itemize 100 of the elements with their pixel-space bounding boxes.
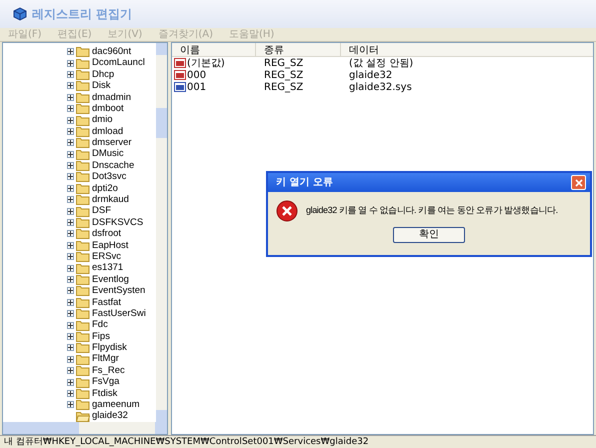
tree-item[interactable]: EapHost xyxy=(92,240,128,250)
folder-icon xyxy=(76,92,90,103)
column-header[interactable]: 데이터 xyxy=(341,43,593,56)
expand-box[interactable] xyxy=(67,344,74,352)
tree-item[interactable]: drmkaud xyxy=(92,195,129,205)
tree-item[interactable]: FastUserSwi xyxy=(92,308,146,318)
expand-box[interactable] xyxy=(67,356,74,363)
expand-box[interactable] xyxy=(67,128,74,135)
expand-box[interactable] xyxy=(67,322,74,329)
expand-box[interactable] xyxy=(67,332,74,340)
tree-item[interactable]: Fastfat xyxy=(92,298,122,308)
tree-item[interactable]: FltMgr xyxy=(92,354,119,364)
folder-icon xyxy=(76,296,90,308)
folder-icon xyxy=(76,342,90,354)
value-name[interactable]: 000 xyxy=(187,68,206,82)
cube-icon xyxy=(12,7,28,21)
tree-item[interactable]: Disk xyxy=(92,81,110,91)
expand-box[interactable] xyxy=(67,150,74,158)
folder-icon xyxy=(76,194,90,206)
expand-box[interactable] xyxy=(67,298,74,306)
expand-box[interactable] xyxy=(67,287,74,294)
expand-box[interactable] xyxy=(67,219,74,226)
tree-item[interactable]: DMusic xyxy=(92,149,124,159)
folder-icon xyxy=(76,285,90,296)
ok-button[interactable]: 확인 xyxy=(393,227,465,243)
tree-item[interactable]: dmboot xyxy=(92,104,124,114)
tree-item[interactable]: ERSvc xyxy=(92,252,122,262)
folder-icon xyxy=(76,68,90,80)
tree-item[interactable]: FsVga xyxy=(92,377,120,387)
tree-item[interactable]: gameenum xyxy=(92,400,140,410)
folder-icon xyxy=(76,171,90,182)
value-name[interactable]: 001 xyxy=(187,80,206,94)
close-button[interactable] xyxy=(571,175,586,190)
tree-item[interactable]: glaide32 xyxy=(92,411,128,421)
value-type: REG_SZ xyxy=(263,80,304,94)
expand-box[interactable] xyxy=(67,276,74,283)
expand-box[interactable] xyxy=(67,230,74,238)
folder-icon xyxy=(76,160,90,172)
tree-item[interactable]: dmload xyxy=(92,126,124,136)
vertical-scrollbar[interactable] xyxy=(156,43,167,422)
expand-box[interactable] xyxy=(67,390,74,397)
tree-item[interactable]: dmio xyxy=(92,115,113,125)
value-data: (값 설정 안됨) xyxy=(348,56,414,70)
tree-item[interactable]: dpti2o xyxy=(92,184,118,194)
tree-item[interactable]: Fips xyxy=(92,332,110,342)
close-icon xyxy=(574,178,582,186)
expand-box[interactable] xyxy=(67,401,74,408)
tree-item[interactable]: DcomLauncl xyxy=(92,58,145,68)
folder-icon xyxy=(76,308,90,320)
expand-box[interactable] xyxy=(67,173,74,180)
column-header[interactable]: 이름 xyxy=(172,43,256,56)
expand-box[interactable] xyxy=(67,208,74,215)
tree-item[interactable]: Dhcp xyxy=(92,70,114,80)
folder-icon xyxy=(76,399,90,410)
tree-item[interactable]: es1371 xyxy=(92,263,124,273)
tree-item[interactable]: dac960nt xyxy=(92,46,132,56)
horizontal-scrollbar[interactable] xyxy=(3,422,167,434)
expand-box[interactable] xyxy=(67,310,74,318)
tree-item[interactable]: Eventlog xyxy=(92,274,129,284)
expand-box[interactable] xyxy=(67,105,74,112)
expand-box[interactable] xyxy=(67,242,74,249)
tree-item[interactable]: Fdc xyxy=(92,320,108,330)
expand-box[interactable] xyxy=(67,94,74,101)
tree-item[interactable]: Fs_Rec xyxy=(92,366,125,376)
folder-icon xyxy=(76,365,90,376)
tree-item[interactable]: Ftdisk xyxy=(92,388,118,398)
expand-box[interactable] xyxy=(67,60,74,67)
expand-box[interactable] xyxy=(67,196,74,204)
expand-box[interactable] xyxy=(67,116,74,124)
tree-item[interactable]: dsfroot xyxy=(92,229,122,239)
tree-item[interactable]: Dnscache xyxy=(92,160,134,170)
value-name[interactable]: (기본값) xyxy=(187,56,225,70)
tree-item[interactable]: EventSysten xyxy=(92,286,146,296)
tree-item[interactable]: DSF xyxy=(92,206,111,216)
expand-box[interactable] xyxy=(67,253,74,260)
expand-box[interactable] xyxy=(67,82,74,90)
tree-item[interactable]: Flpydisk xyxy=(92,343,127,353)
expand-box[interactable] xyxy=(67,139,74,146)
column-header[interactable]: 종류 xyxy=(256,43,341,56)
tree-item[interactable]: DSFKSVCS xyxy=(92,218,144,228)
expand-box[interactable] xyxy=(67,70,74,78)
error-icon xyxy=(276,200,298,222)
error-message: glaide32 키를 열 수 없습니다. 키를 여는 동안 오류가 발생했습니다. xyxy=(306,204,558,218)
tree-item[interactable]: Dot3svc xyxy=(92,172,126,182)
tree-item[interactable]: dmserver xyxy=(92,138,132,148)
window-title: 레지스트리 편집기 xyxy=(32,6,132,23)
open-folder-icon xyxy=(76,410,90,422)
folder-icon xyxy=(76,354,90,365)
expand-box[interactable] xyxy=(67,184,74,192)
tree-item[interactable]: dmadmin xyxy=(92,92,132,102)
folder-icon xyxy=(76,320,90,331)
folder-icon xyxy=(76,46,90,58)
expand-box[interactable] xyxy=(67,367,74,374)
expand-box[interactable] xyxy=(67,162,74,170)
expand-box[interactable] xyxy=(67,48,74,56)
folder-icon xyxy=(76,240,90,251)
folder-icon xyxy=(76,148,90,160)
folder-icon xyxy=(76,388,90,399)
expand-box[interactable] xyxy=(67,264,74,272)
expand-box[interactable] xyxy=(67,378,74,386)
